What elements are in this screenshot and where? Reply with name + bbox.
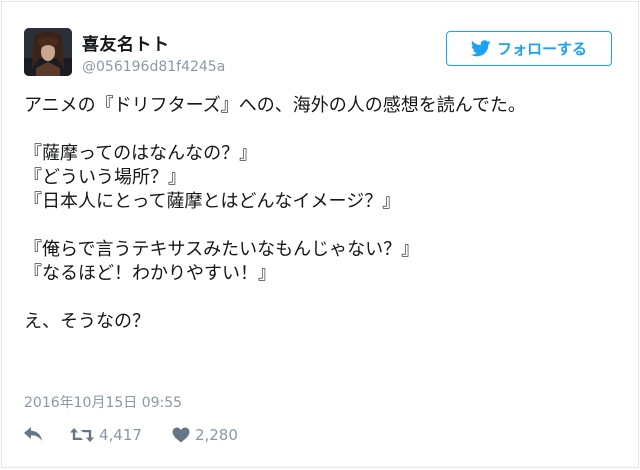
display-name[interactable]: 喜友名トト (82, 30, 170, 55)
avatar-image (24, 28, 72, 76)
tweet-line: 『薩摩ってのはなんなの？』 (24, 143, 258, 164)
avatar[interactable] (24, 28, 72, 76)
tweet-line: 『日本人にとって薩摩とはどんなイメージ？』 (24, 191, 401, 212)
retweet-count: 4,417 (99, 426, 142, 444)
like-count: 2,280 (194, 426, 238, 444)
twitter-bird-icon (470, 40, 491, 57)
follow-button[interactable]: フォローする (446, 31, 612, 66)
tweet-line: 『なるほど！わかりやすい！』 (24, 263, 276, 284)
tweet-timestamp[interactable]: 2016年10月15日 09:55 (24, 392, 182, 412)
tweet-line: 『どういう場所？』 (24, 167, 186, 188)
heart-icon (172, 427, 190, 443)
tweet-line: 『俺らで言うテキサスみたいなもんじゃない？』 (24, 239, 420, 260)
retweet-button[interactable]: 4,417 (70, 426, 142, 444)
tweet-actions: 4,417 2,280 (24, 426, 238, 444)
reply-icon (24, 427, 44, 443)
tweet-line: え、そうなの？ (24, 311, 150, 332)
tweet-line: アニメの『ドリフターズ』への、海外の人の感想を読んでた。 (24, 95, 526, 116)
tweet-text: アニメの『ドリフターズ』への、海外の人の感想を読んでた。 『薩摩ってのはなんなの… (24, 94, 624, 334)
like-button[interactable]: 2,280 (172, 426, 238, 444)
reply-button[interactable] (24, 427, 44, 443)
tweet-card: 喜友名トト @056196d81f4245a フォローする アニメの『ドリフター… (1, 1, 639, 468)
follow-button-label: フォローする (496, 40, 587, 58)
screen-name[interactable]: @056196d81f4245a (82, 59, 225, 75)
retweet-icon (70, 427, 94, 443)
